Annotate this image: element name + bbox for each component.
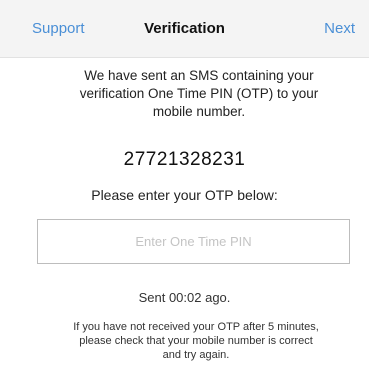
- message-line-1: We have sent an SMS containing your: [84, 68, 314, 83]
- note-line-1: If you have not received your OTP after …: [73, 321, 319, 333]
- message-line-2: verification One Time PIN (OTP) to your: [79, 86, 319, 101]
- message-line-3: mobile number.: [152, 104, 246, 119]
- retry-note: If you have not received your OTP after …: [36, 320, 356, 362]
- otp-field[interactable]: [37, 219, 350, 264]
- phone-number: 27721328231: [123, 149, 246, 170]
- navigation-bar: Support Verification Next: [0, 0, 369, 58]
- note-line-2: please check that your mobile number is …: [79, 335, 313, 347]
- otp-input[interactable]: [38, 220, 349, 263]
- otp-prompt: Please enter your OTP below:: [91, 187, 278, 203]
- verification-screen: Support Verification Next We have sent a…: [0, 0, 369, 375]
- note-line-3: and try again.: [162, 349, 230, 361]
- sms-sent-message: We have sent an SMS containing your veri…: [54, 67, 344, 121]
- next-button[interactable]: Next: [324, 20, 355, 37]
- support-button[interactable]: Support: [32, 20, 85, 37]
- sent-status: Sent 00:02 ago.: [138, 290, 231, 305]
